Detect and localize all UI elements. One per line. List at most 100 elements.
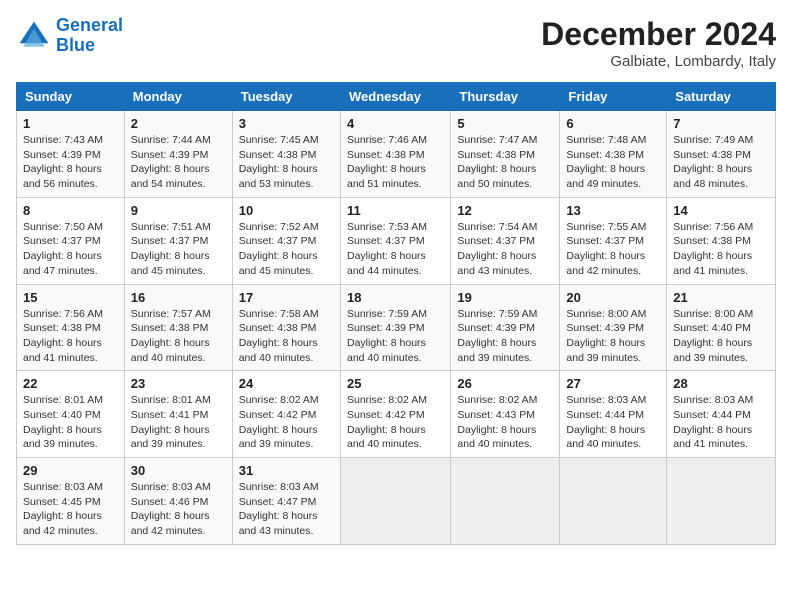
day-header-saturday: Saturday xyxy=(667,83,776,111)
day-info: Sunrise: 8:00 AMSunset: 4:39 PMDaylight:… xyxy=(566,307,660,366)
day-info: Sunrise: 7:51 AMSunset: 4:37 PMDaylight:… xyxy=(131,220,226,279)
day-number: 24 xyxy=(239,376,334,391)
month-title: December 2024 xyxy=(541,16,776,53)
calendar-cell xyxy=(667,458,776,545)
calendar-cell: 20 Sunrise: 8:00 AMSunset: 4:39 PMDayligh… xyxy=(560,284,667,371)
day-info: Sunrise: 7:56 AMSunset: 4:38 PMDaylight:… xyxy=(23,307,118,366)
day-info: Sunrise: 7:47 AMSunset: 4:38 PMDaylight:… xyxy=(457,133,553,192)
calendar-cell xyxy=(340,458,450,545)
day-number: 23 xyxy=(131,376,226,391)
day-info: Sunrise: 7:59 AMSunset: 4:39 PMDaylight:… xyxy=(457,307,553,366)
calendar-cell: 8Sunrise: 7:50 AMSunset: 4:37 PMDaylight… xyxy=(17,197,125,284)
day-number: 10 xyxy=(239,203,334,218)
calendar-cell: 17 Sunrise: 7:58 AMSunset: 4:38 PMDayligh… xyxy=(232,284,340,371)
day-info: Sunrise: 7:49 AMSunset: 4:38 PMDaylight:… xyxy=(673,133,769,192)
day-number: 6 xyxy=(566,116,660,131)
calendar-header-row: SundayMondayTuesdayWednesdayThursdayFrid… xyxy=(17,83,776,111)
day-info: Sunrise: 8:02 AMSunset: 4:42 PMDaylight:… xyxy=(239,393,334,452)
calendar-cell: 11Sunrise: 7:53 AMSunset: 4:37 PMDayligh… xyxy=(340,197,450,284)
day-number: 27 xyxy=(566,376,660,391)
calendar-cell: 13 Sunrise: 7:55 AMSunset: 4:37 PMDayligh… xyxy=(560,197,667,284)
day-number: 22 xyxy=(23,376,118,391)
logo-blue: Blue xyxy=(56,35,95,55)
day-number: 29 xyxy=(23,463,118,478)
day-info: Sunrise: 8:02 AMSunset: 4:43 PMDaylight:… xyxy=(457,393,553,452)
day-number: 8 xyxy=(23,203,118,218)
day-number: 16 xyxy=(131,290,226,305)
location: Galbiate, Lombardy, Italy xyxy=(541,53,776,70)
day-info: Sunrise: 7:44 AMSunset: 4:39 PMDaylight:… xyxy=(131,133,226,192)
day-number: 19 xyxy=(457,290,553,305)
day-info: Sunrise: 8:03 AMSunset: 4:47 PMDaylight:… xyxy=(239,480,334,539)
calendar-cell: 6 Sunrise: 7:48 AMSunset: 4:38 PMDaylight… xyxy=(560,111,667,198)
day-info: Sunrise: 8:00 AMSunset: 4:40 PMDaylight:… xyxy=(673,307,769,366)
day-info: Sunrise: 7:53 AMSunset: 4:37 PMDaylight:… xyxy=(347,220,444,279)
day-number: 12 xyxy=(457,203,553,218)
calendar-cell: 16Sunrise: 7:57 AMSunset: 4:38 PMDayligh… xyxy=(124,284,232,371)
day-number: 14 xyxy=(673,203,769,218)
day-info: Sunrise: 8:03 AMSunset: 4:44 PMDaylight:… xyxy=(673,393,769,452)
calendar-cell: 31 Sunrise: 8:03 AMSunset: 4:47 PMDayligh… xyxy=(232,458,340,545)
calendar-cell: 5 Sunrise: 7:47 AMSunset: 4:38 PMDaylight… xyxy=(451,111,560,198)
day-header-sunday: Sunday xyxy=(17,83,125,111)
calendar-cell: 14 Sunrise: 7:56 AMSunset: 4:38 PMDayligh… xyxy=(667,197,776,284)
day-number: 1 xyxy=(23,116,118,131)
calendar-week-3: 15 Sunrise: 7:56 AMSunset: 4:38 PMDayligh… xyxy=(17,284,776,371)
calendar-cell: 22 Sunrise: 8:01 AMSunset: 4:40 PMDayligh… xyxy=(17,371,125,458)
calendar-cell: 10 Sunrise: 7:52 AMSunset: 4:37 PMDayligh… xyxy=(232,197,340,284)
day-number: 18 xyxy=(347,290,444,305)
calendar: SundayMondayTuesdayWednesdayThursdayFrid… xyxy=(16,82,776,545)
day-info: Sunrise: 7:58 AMSunset: 4:38 PMDaylight:… xyxy=(239,307,334,366)
day-info: Sunrise: 8:01 AMSunset: 4:40 PMDaylight:… xyxy=(23,393,118,452)
day-number: 17 xyxy=(239,290,334,305)
calendar-week-5: 29 Sunrise: 8:03 AMSunset: 4:45 PMDayligh… xyxy=(17,458,776,545)
day-number: 2 xyxy=(131,116,226,131)
day-number: 5 xyxy=(457,116,553,131)
calendar-cell: 23 Sunrise: 8:01 AMSunset: 4:41 PMDayligh… xyxy=(124,371,232,458)
day-number: 4 xyxy=(347,116,444,131)
calendar-cell: 28Sunrise: 8:03 AMSunset: 4:44 PMDayligh… xyxy=(667,371,776,458)
day-info: Sunrise: 8:03 AMSunset: 4:44 PMDaylight:… xyxy=(566,393,660,452)
calendar-cell: 15 Sunrise: 7:56 AMSunset: 4:38 PMDayligh… xyxy=(17,284,125,371)
day-info: Sunrise: 8:01 AMSunset: 4:41 PMDaylight:… xyxy=(131,393,226,452)
day-number: 15 xyxy=(23,290,118,305)
calendar-cell: 25Sunrise: 8:02 AMSunset: 4:42 PMDayligh… xyxy=(340,371,450,458)
calendar-cell: 18 Sunrise: 7:59 AMSunset: 4:39 PMDayligh… xyxy=(340,284,450,371)
calendar-cell: 1Sunrise: 7:43 AMSunset: 4:39 PMDaylight… xyxy=(17,111,125,198)
calendar-cell: 9Sunrise: 7:51 AMSunset: 4:37 PMDaylight… xyxy=(124,197,232,284)
day-info: Sunrise: 7:56 AMSunset: 4:38 PMDaylight:… xyxy=(673,220,769,279)
logo-text: General Blue xyxy=(56,16,123,56)
day-number: 31 xyxy=(239,463,334,478)
logo: General Blue xyxy=(16,16,123,56)
day-number: 21 xyxy=(673,290,769,305)
calendar-cell xyxy=(451,458,560,545)
day-number: 13 xyxy=(566,203,660,218)
title-block: December 2024 Galbiate, Lombardy, Italy xyxy=(541,16,776,70)
calendar-cell: 7 Sunrise: 7:49 AMSunset: 4:38 PMDaylight… xyxy=(667,111,776,198)
day-info: Sunrise: 7:54 AMSunset: 4:37 PMDaylight:… xyxy=(457,220,553,279)
day-number: 26 xyxy=(457,376,553,391)
calendar-cell: 12 Sunrise: 7:54 AMSunset: 4:37 PMDayligh… xyxy=(451,197,560,284)
calendar-week-2: 8Sunrise: 7:50 AMSunset: 4:37 PMDaylight… xyxy=(17,197,776,284)
calendar-cell: 24 Sunrise: 8:02 AMSunset: 4:42 PMDayligh… xyxy=(232,371,340,458)
day-number: 25 xyxy=(347,376,444,391)
calendar-week-4: 22 Sunrise: 8:01 AMSunset: 4:40 PMDayligh… xyxy=(17,371,776,458)
day-number: 3 xyxy=(239,116,334,131)
day-number: 30 xyxy=(131,463,226,478)
day-info: Sunrise: 7:59 AMSunset: 4:39 PMDaylight:… xyxy=(347,307,444,366)
calendar-cell: 4Sunrise: 7:46 AMSunset: 4:38 PMDaylight… xyxy=(340,111,450,198)
calendar-cell: 2 Sunrise: 7:44 AMSunset: 4:39 PMDaylight… xyxy=(124,111,232,198)
day-info: Sunrise: 8:03 AMSunset: 4:45 PMDaylight:… xyxy=(23,480,118,539)
day-number: 20 xyxy=(566,290,660,305)
day-info: Sunrise: 7:55 AMSunset: 4:37 PMDaylight:… xyxy=(566,220,660,279)
logo-general: General xyxy=(56,15,123,35)
day-header-monday: Monday xyxy=(124,83,232,111)
day-header-wednesday: Wednesday xyxy=(340,83,450,111)
page-header: General Blue December 2024 Galbiate, Lom… xyxy=(16,16,776,70)
calendar-week-1: 1Sunrise: 7:43 AMSunset: 4:39 PMDaylight… xyxy=(17,111,776,198)
day-info: Sunrise: 7:52 AMSunset: 4:37 PMDaylight:… xyxy=(239,220,334,279)
calendar-cell: 30Sunrise: 8:03 AMSunset: 4:46 PMDayligh… xyxy=(124,458,232,545)
day-number: 7 xyxy=(673,116,769,131)
calendar-cell: 29 Sunrise: 8:03 AMSunset: 4:45 PMDayligh… xyxy=(17,458,125,545)
day-info: Sunrise: 7:48 AMSunset: 4:38 PMDaylight:… xyxy=(566,133,660,192)
